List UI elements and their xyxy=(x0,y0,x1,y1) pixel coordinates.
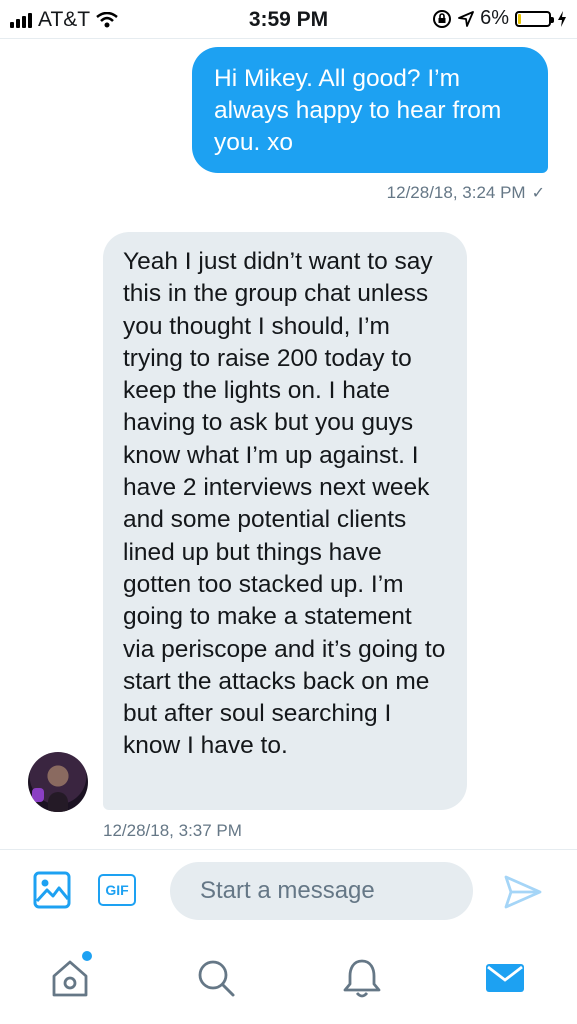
gif-icon[interactable]: GIF xyxy=(98,874,136,906)
home-notification-dot xyxy=(82,951,92,961)
charging-icon xyxy=(558,10,566,27)
incoming-message-bubble[interactable]: Yeah I just didn’t want to say this in t… xyxy=(103,232,467,810)
outgoing-message-bubble[interactable]: Hi Mikey. All good? I’m always happy to … xyxy=(192,47,548,173)
avatar[interactable] xyxy=(28,752,88,812)
header-divider xyxy=(0,38,577,39)
notifications-icon[interactable] xyxy=(340,956,384,1000)
outgoing-message-timestamp: 12/28/18, 3:24 PM ✓ xyxy=(387,183,545,203)
send-icon[interactable] xyxy=(503,872,543,912)
message-input[interactable] xyxy=(170,862,473,920)
composer-divider xyxy=(0,849,577,850)
battery-percent: 6% xyxy=(480,7,509,29)
incoming-message-timestamp: 12/28/18, 3:37 PM xyxy=(103,821,242,840)
status-bar: AT&T 3:59 PM 6% xyxy=(0,0,577,40)
status-right: 6% xyxy=(432,7,567,30)
location-icon xyxy=(458,10,474,27)
home-icon[interactable] xyxy=(48,956,92,1000)
search-icon[interactable] xyxy=(194,956,238,1000)
timestamp-text: 12/28/18, 3:24 PM xyxy=(386,183,526,202)
messages-icon[interactable] xyxy=(483,956,527,1000)
image-icon[interactable] xyxy=(32,870,72,910)
read-check-icon: ✓ xyxy=(531,185,545,202)
battery-icon xyxy=(515,10,554,27)
orientation-lock-icon xyxy=(433,9,452,28)
